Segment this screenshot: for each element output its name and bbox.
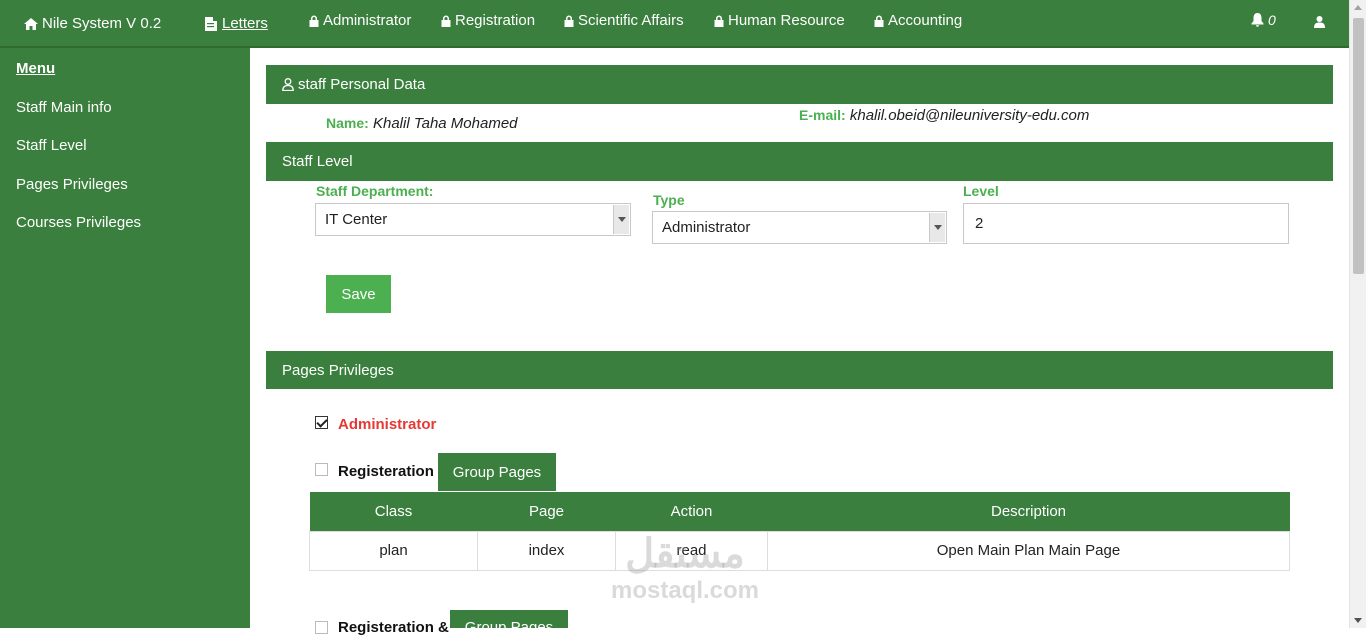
administrator-group-label: Administrator	[338, 416, 437, 433]
table-row[interactable]: plan index read Open Main Plan Main Page	[309, 530, 1290, 571]
type-label: Type	[653, 192, 685, 208]
nav-human-resource-label: Human Resource	[728, 12, 845, 29]
lock-icon	[309, 15, 319, 27]
notifications-count: 0	[1268, 12, 1276, 28]
email-label: E-mail:	[799, 107, 846, 123]
cell-action: read	[615, 530, 768, 571]
name-value: Khalil Taha Mohamed	[372, 115, 518, 132]
staff-level-title: Staff Level	[282, 153, 353, 170]
nav-administrator-label: Administrator	[323, 12, 412, 29]
lock-icon	[874, 15, 884, 27]
user-outline-icon	[282, 78, 294, 91]
home-icon	[24, 17, 38, 30]
personal-data-header: staff Personal Data	[266, 65, 1333, 104]
sidebar-item-courses-privileges[interactable]: Courses Privileges	[16, 214, 141, 231]
vertical-scrollbar[interactable]	[1349, 0, 1366, 628]
column-class: Class	[309, 492, 478, 531]
scroll-up-icon[interactable]	[1354, 5, 1362, 10]
nav-letters-label: Letters	[222, 15, 268, 32]
bell-icon	[1251, 13, 1264, 27]
lock-icon	[441, 15, 451, 27]
chevron-down-icon	[929, 213, 945, 242]
level-label: Level	[963, 183, 999, 199]
user-icon	[1314, 16, 1325, 28]
nav-administrator[interactable]: Administrator	[309, 12, 411, 29]
registeration-checkbox[interactable]	[315, 463, 328, 476]
sidebar-item-pages-privileges[interactable]: Pages Privileges	[16, 176, 128, 193]
nav-registration[interactable]: Registration	[441, 12, 535, 29]
cell-page: index	[477, 530, 616, 571]
type-value: Administrator	[662, 219, 751, 236]
pages-privileges-header: Pages Privileges	[266, 351, 1333, 389]
department-label: Staff Department:	[316, 183, 434, 199]
personal-data-title: staff Personal Data	[298, 76, 426, 93]
nav-accounting[interactable]: Accounting	[874, 12, 962, 29]
name-row: Name: Khalil Taha Mohamed	[326, 115, 518, 132]
save-button[interactable]: Save	[326, 275, 391, 313]
top-navbar: Nile System V 0.2 Letters Administrator …	[0, 0, 1349, 48]
table-header-row: Class Page Action Description	[309, 492, 1290, 531]
scroll-down-icon[interactable]	[1354, 618, 1362, 623]
name-label: Name:	[326, 115, 369, 131]
lock-icon	[564, 15, 574, 27]
privileges-table: Class Page Action Description plan index…	[309, 492, 1290, 571]
sidebar: Menu Staff Main info Staff Level Pages P…	[0, 48, 250, 628]
nav-registration-label: Registration	[455, 12, 536, 29]
sidebar-item-staff-level[interactable]: Staff Level	[16, 137, 87, 154]
watermark-latin: mostaql.com	[610, 577, 760, 604]
cell-description: Open Main Plan Main Page	[767, 530, 1290, 571]
email-value: khalil.obeid@nileuniversity-edu.com	[849, 107, 1090, 124]
nav-human-resource[interactable]: Human Resource	[714, 12, 845, 29]
type-select[interactable]: Administrator	[652, 211, 947, 244]
nav-accounting-label: Accounting	[888, 12, 963, 29]
group-pages-button[interactable]: Group Pages	[438, 453, 556, 491]
notifications-button[interactable]: 0	[1251, 12, 1276, 28]
column-action: Action	[615, 492, 768, 531]
staff-level-header: Staff Level	[266, 142, 1333, 181]
group-pages-button-2[interactable]: Group Pages	[450, 610, 568, 628]
brand-label: Nile System V 0.2	[42, 15, 162, 32]
nav-letters[interactable]: Letters	[205, 15, 268, 32]
column-description: Description	[767, 492, 1290, 531]
email-row: E-mail: khalil.obeid@nileuniversity-edu.…	[799, 107, 1089, 124]
brand-link[interactable]: Nile System V 0.2	[24, 15, 161, 32]
cell-class: plan	[309, 530, 478, 571]
document-icon	[205, 16, 218, 31]
user-menu-button[interactable]	[1314, 16, 1325, 28]
nav-scientific-affairs-label: Scientific Affairs	[578, 12, 684, 29]
administrator-checkbox[interactable]	[315, 416, 328, 429]
department-select[interactable]: IT Center	[315, 203, 631, 236]
registeration-group-label: Registeration	[338, 463, 434, 480]
department-value: IT Center	[325, 211, 388, 228]
sidebar-title: Menu	[16, 60, 56, 77]
chevron-down-icon	[613, 205, 629, 234]
pages-privileges-title: Pages Privileges	[282, 361, 394, 379]
sidebar-item-staff-main-info[interactable]: Staff Main info	[16, 99, 112, 116]
level-value: 2	[975, 215, 984, 232]
nav-scientific-affairs[interactable]: Scientific Affairs	[564, 12, 684, 29]
lock-icon	[714, 15, 724, 27]
column-page: Page	[477, 492, 616, 531]
level-input[interactable]: 2	[963, 203, 1289, 244]
scroll-thumb[interactable]	[1353, 18, 1364, 274]
